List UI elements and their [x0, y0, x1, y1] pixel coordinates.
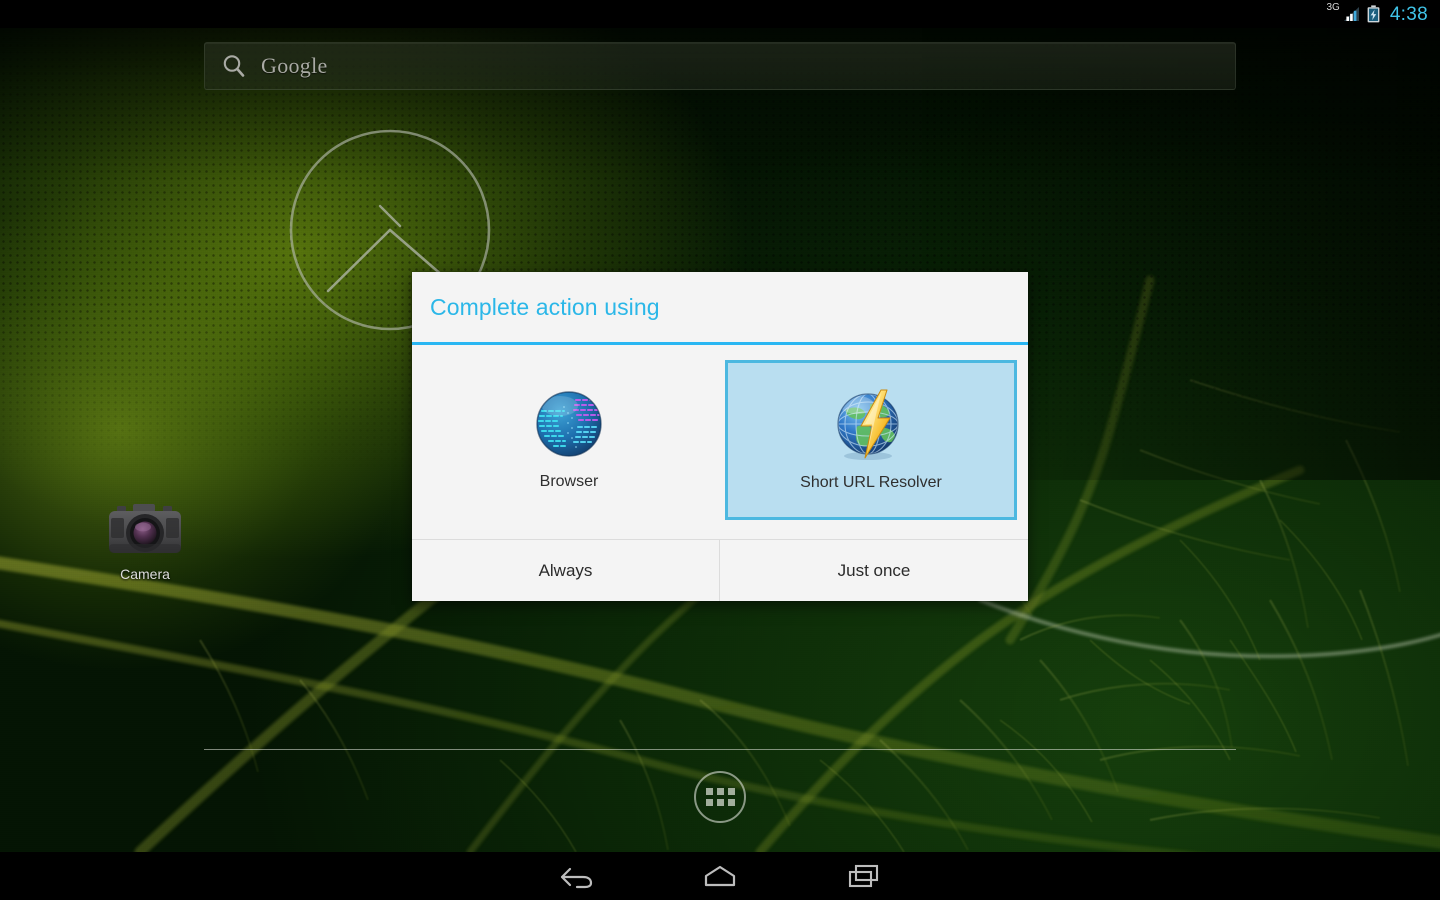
nav-back-button[interactable]: [528, 852, 624, 900]
search-icon: [223, 55, 245, 77]
just-once-button[interactable]: Just once: [720, 540, 1028, 601]
home-icon: [704, 865, 736, 887]
back-arrow-icon: [560, 867, 593, 889]
apps-grid-icon: [705, 788, 735, 806]
navigation-bar: [0, 852, 1440, 900]
status-bar-clock: 4:38: [1389, 3, 1428, 25]
dialog-choices: Browser Short URL Resolver: [412, 345, 1028, 539]
nav-home-button[interactable]: [672, 852, 768, 900]
status-bar: 3G 4:38: [0, 0, 1440, 28]
search-widget-label: Google: [261, 53, 328, 78]
complete-action-dialog: Complete action using Browser Short URL …: [412, 272, 1028, 601]
google-search-widget[interactable]: Google: [204, 42, 1236, 90]
always-button[interactable]: Always: [412, 540, 720, 601]
network-type-label: 3G: [1326, 2, 1340, 13]
shortcut-camera[interactable]: Camera: [96, 500, 194, 600]
app-choice-label-short-url-resolver: Short URL Resolver: [800, 474, 942, 491]
app-choice-short-url-resolver[interactable]: Short URL Resolver: [725, 360, 1017, 520]
dock-divider: [204, 749, 1236, 750]
app-choice-label-browser: Browser: [539, 473, 599, 490]
app-drawer-button[interactable]: [694, 771, 746, 823]
dialog-title: Complete action using: [430, 293, 660, 320]
globe-lightning-icon: [837, 389, 899, 460]
shortcut-label-camera: Camera: [120, 566, 170, 582]
android-tablet-screen: Google Camera 3G 4:38 Complete action us…: [0, 0, 1440, 900]
camera-icon: [109, 504, 181, 553]
browser-globe-icon: [536, 391, 602, 457]
nav-recent-apps-button[interactable]: [816, 852, 912, 900]
app-choice-browser[interactable]: Browser: [423, 360, 715, 520]
recent-apps-icon: [848, 864, 879, 888]
signal-bars-icon: [1343, 7, 1359, 21]
dialog-button-bar: Always Just once: [412, 539, 1028, 601]
battery-charging-icon: [1367, 5, 1380, 23]
